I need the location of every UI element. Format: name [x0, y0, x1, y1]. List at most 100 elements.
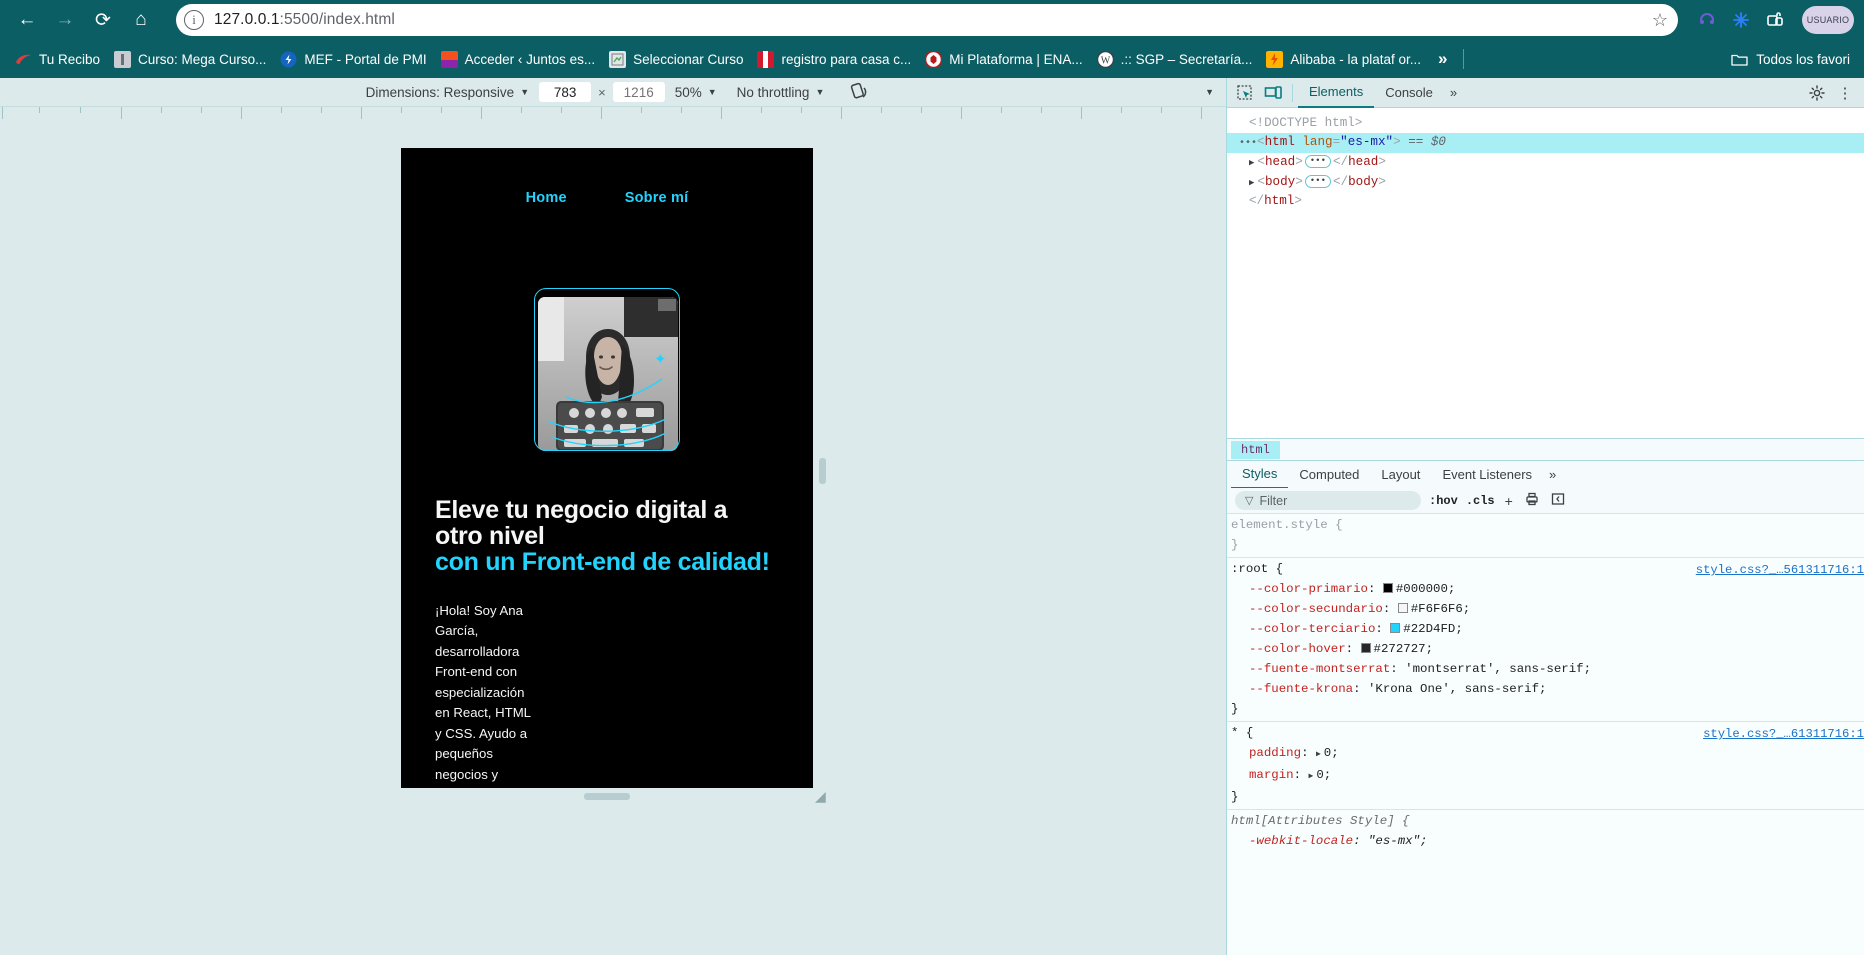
css-rule-html-attributes[interactable]: html[Attributes Style] { -webkit-locale:…	[1227, 809, 1864, 853]
bookmark-item[interactable]: Acceder ‹ Juntos es...	[434, 46, 603, 72]
expand-triangle-icon[interactable]: ▶	[1316, 750, 1321, 759]
print-preview-icon[interactable]	[1523, 492, 1541, 509]
bookmark-item[interactable]: Tu Recibo	[8, 46, 107, 72]
tab-elements[interactable]: Elements	[1298, 78, 1375, 108]
bookmark-label: Curso: Mega Curso...	[138, 51, 267, 67]
expand-arrow-icon[interactable]: ▶	[1249, 178, 1254, 188]
emulated-viewport[interactable]: Home Sobre mí ✦ Eleve tu negocio digital…	[401, 148, 813, 788]
viewport-ruler	[0, 106, 1226, 122]
css-declaration[interactable]: margin: ▶ 0;	[1231, 765, 1864, 787]
toggle-sidebar-icon[interactable]	[1549, 492, 1567, 509]
gray-doc-icon	[609, 50, 627, 68]
cls-toggle[interactable]: .cls	[1466, 494, 1495, 508]
color-swatch[interactable]	[1397, 603, 1408, 613]
reload-icon[interactable]: ⟳	[86, 3, 120, 37]
styles-filter-input[interactable]: ▽ Filter	[1235, 491, 1421, 510]
address-bar[interactable]: i 127.0.0.1:5500/index.html ☆	[176, 4, 1678, 36]
bookmark-item[interactable]: Mi Plataforma | ENA...	[918, 46, 1089, 72]
site-info-icon[interactable]: i	[184, 10, 204, 30]
viewport-height-input[interactable]	[612, 82, 665, 102]
device-more-options-icon[interactable]: ▼	[1205, 87, 1214, 97]
css-declaration[interactable]: --color-secundario: #F6F6F6;	[1231, 599, 1864, 619]
tab-console[interactable]: Console	[1374, 78, 1444, 108]
expand-triangle-icon[interactable]: ▶	[1309, 772, 1314, 781]
css-declaration[interactable]: --color-terciario: #22D4FD;	[1231, 619, 1864, 639]
forward-icon[interactable]: →	[48, 3, 82, 37]
navigation-bar: ← → ⟳ ⌂ i 127.0.0.1:5500/index.html ☆ US…	[0, 0, 1864, 40]
extensions-area: USUARIO	[1692, 5, 1854, 35]
hero-title-accent: con un Front-end de calidad!	[435, 548, 770, 576]
css-declaration[interactable]: --fuente-montserrat: 'montserrat', sans-…	[1231, 659, 1864, 679]
bookmark-item[interactable]: W .:: SGP – Secretaría...	[1090, 46, 1260, 72]
collapsed-content-icon[interactable]: •••	[1304, 155, 1331, 168]
css-declaration[interactable]: -webkit-locale: "es-mx";	[1231, 831, 1864, 851]
color-swatch[interactable]	[1382, 583, 1393, 593]
color-swatch[interactable]	[1390, 623, 1401, 633]
dimensions-dropdown[interactable]: Dimensions: Responsive ▼	[356, 85, 540, 100]
plus-icon[interactable]: +	[1503, 493, 1515, 509]
gear-icon[interactable]	[1804, 80, 1830, 106]
zoom-dropdown[interactable]: 50% ▼	[665, 85, 727, 100]
back-icon[interactable]: ←	[10, 3, 44, 37]
gray-book-icon	[114, 50, 132, 68]
bookmark-item[interactable]: registro para casa c...	[750, 46, 918, 72]
home-icon[interactable]: ⌂	[124, 3, 158, 37]
dom-html-line[interactable]: •••<html lang="es-mx"> == $0	[1227, 132, 1864, 153]
dom-body-line[interactable]: ▶ <body> ••• </body>	[1227, 173, 1864, 193]
dom-head-line[interactable]: ▶ <head> ••• </head>	[1227, 153, 1864, 173]
all-bookmarks-button[interactable]: Todos los favori	[1731, 51, 1856, 68]
tab-layout[interactable]: Layout	[1370, 461, 1431, 489]
browser-window: ← → ⟳ ⌂ i 127.0.0.1:5500/index.html ☆ US…	[0, 0, 1864, 955]
extension-icon-3[interactable]	[1760, 5, 1790, 35]
kebab-menu-icon[interactable]: ⋮	[1832, 80, 1858, 106]
tab-event-listeners[interactable]: Event Listeners	[1431, 461, 1543, 489]
css-rules-pane[interactable]: element.style { } :root { style.css?_…56…	[1227, 514, 1864, 955]
nav-link-sobre-mi[interactable]: Sobre mí	[625, 190, 689, 206]
viewport-width-input[interactable]	[539, 82, 592, 102]
subtabs-overflow-icon[interactable]: »	[1543, 467, 1562, 482]
dom-expand-dots: •••	[1239, 137, 1258, 149]
throttling-dropdown[interactable]: No throttling ▼	[727, 85, 835, 100]
tabs-overflow-icon[interactable]: »	[1444, 85, 1463, 100]
viewport-resize-handle-right[interactable]	[819, 458, 826, 484]
bookmark-label: Alibaba - la plataf or...	[1290, 51, 1421, 67]
bookmarks-overflow-icon[interactable]: »	[1428, 49, 1457, 69]
nav-link-home[interactable]: Home	[526, 190, 567, 206]
bookmark-label: Acceder ‹ Juntos es...	[464, 51, 596, 67]
css-rule-universal[interactable]: * { style.css?_…61311716:1 padding: ▶ 0; …	[1227, 721, 1864, 809]
device-toolbar-icon[interactable]	[1259, 80, 1287, 106]
hov-toggle[interactable]: :hov	[1429, 494, 1458, 508]
css-declaration[interactable]: --color-primario: #000000;	[1231, 579, 1864, 599]
bookmark-item[interactable]: Curso: Mega Curso...	[107, 46, 273, 72]
css-source-link[interactable]: style.css?_…561311716:1	[1696, 560, 1864, 580]
dom-html-attr-name: lang	[1302, 134, 1333, 149]
extension-icon-1[interactable]	[1692, 5, 1722, 35]
css-declaration[interactable]: --fuente-krona: 'Krona One', sans-serif;	[1231, 679, 1864, 699]
bookmark-item[interactable]: Seleccionar Curso	[602, 46, 750, 72]
extension-icon-2[interactable]	[1726, 5, 1756, 35]
tab-styles[interactable]: Styles	[1231, 461, 1289, 489]
inspect-element-icon[interactable]	[1231, 80, 1259, 106]
star-icon[interactable]: ☆	[1652, 11, 1668, 29]
breadcrumb-item-html[interactable]: html	[1231, 440, 1280, 459]
profile-avatar[interactable]: USUARIO	[1802, 6, 1854, 34]
viewport-resize-handle-corner[interactable]: ◢	[815, 788, 831, 804]
collapsed-content-icon[interactable]: •••	[1304, 174, 1331, 188]
tab-computed[interactable]: Computed	[1288, 461, 1370, 489]
css-source-link[interactable]: style.css?_…61311716:1	[1703, 724, 1864, 744]
css-declaration[interactable]: --color-hover: #272727;	[1231, 639, 1864, 659]
expand-arrow-icon[interactable]: ▶	[1249, 158, 1254, 168]
bookmark-item[interactable]: Alibaba - la plataf or...	[1259, 46, 1428, 72]
css-rule-element-style[interactable]: element.style { }	[1227, 514, 1864, 557]
dimensions-label: Dimensions: Responsive	[365, 84, 515, 100]
rotate-device-icon[interactable]	[848, 81, 870, 103]
viewport-resize-handle-bottom[interactable]	[584, 793, 630, 800]
color-swatch[interactable]	[1360, 643, 1371, 653]
peru-flag-icon	[757, 50, 775, 68]
bookmark-item[interactable]: MEF - Portal de PMI	[273, 46, 433, 72]
dom-selected-marker: == $0	[1408, 134, 1446, 149]
dom-doctype: <!DOCTYPE html>	[1249, 116, 1363, 130]
css-rule-root[interactable]: :root { style.css?_…561311716:1 --color-…	[1227, 557, 1864, 721]
dom-tree[interactable]: <!DOCTYPE html> •••<html lang="es-mx"> =…	[1227, 108, 1864, 438]
css-declaration[interactable]: padding: ▶ 0;	[1231, 743, 1864, 765]
